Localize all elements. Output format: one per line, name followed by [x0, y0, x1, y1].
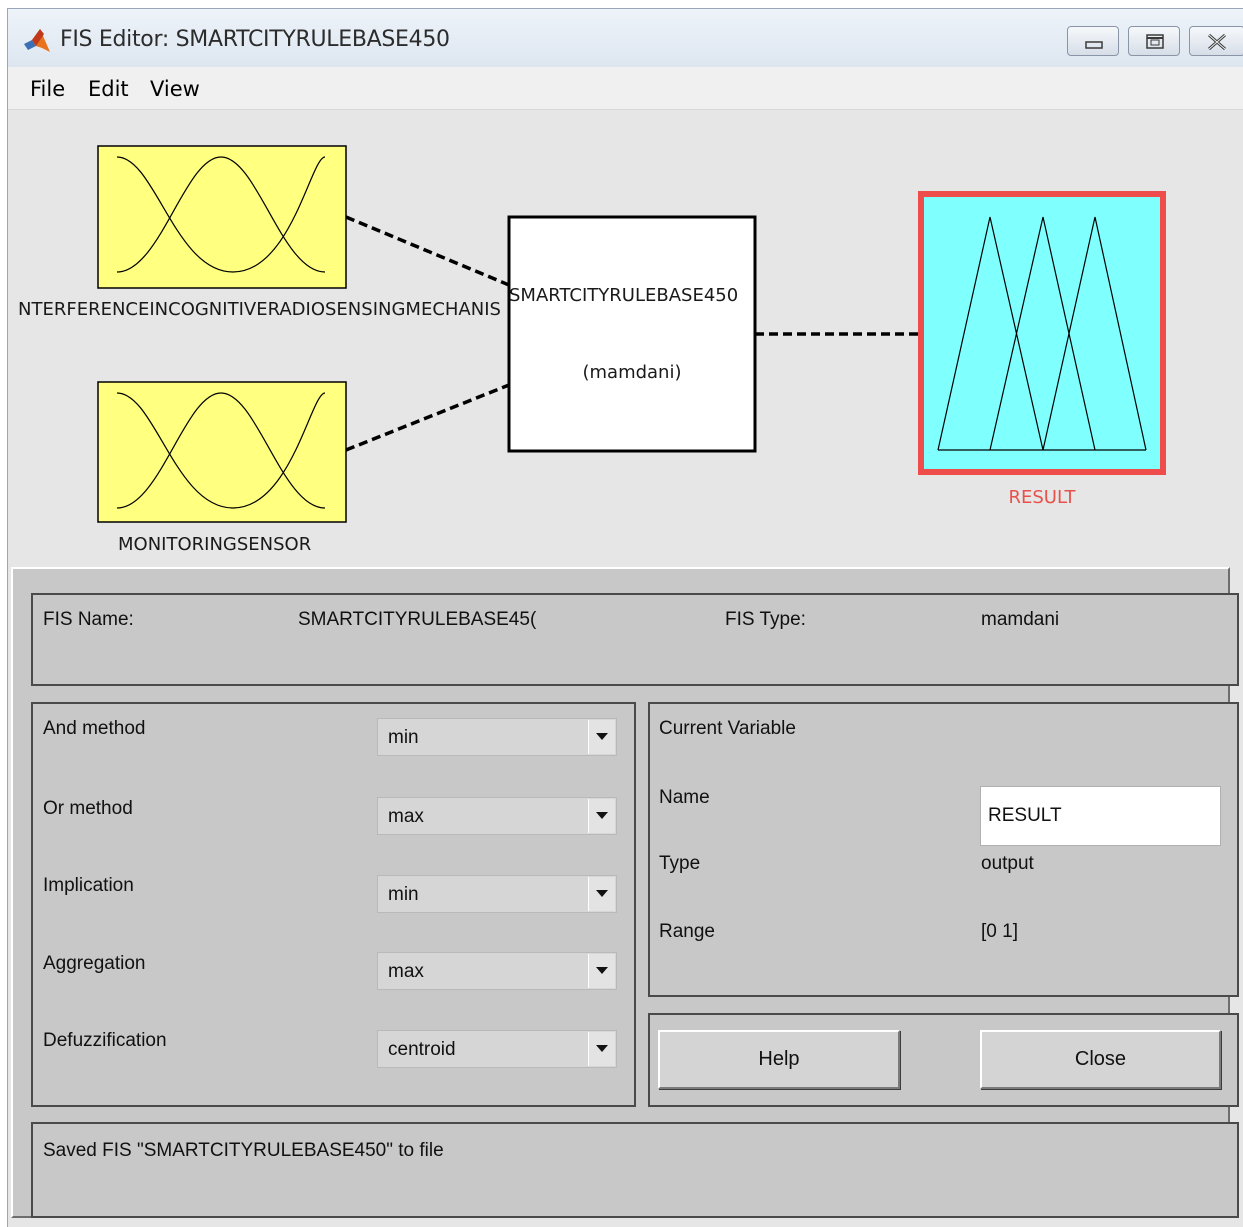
fis-type-value: mamdani: [981, 609, 1060, 630]
or-method-label: Or method: [43, 798, 133, 819]
chevron-down-icon[interactable]: [588, 954, 615, 988]
or-method-select[interactable]: max: [377, 797, 617, 835]
implication-select[interactable]: min: [377, 875, 617, 913]
fis-name-label: FIS Name:: [43, 609, 134, 630]
input2-connector: [345, 383, 510, 452]
system-box[interactable]: [507, 215, 757, 453]
variable-name-field[interactable]: [980, 786, 1221, 846]
fis-info-frame: [31, 593, 1239, 686]
defuzzification-value: centroid: [388, 1039, 456, 1060]
and-method-value: min: [388, 727, 419, 748]
current-variable-frame: [648, 702, 1239, 997]
system-name-label: SMARTCITYRULEBASE450: [509, 285, 739, 306]
or-method-value: max: [388, 806, 424, 827]
chevron-down-icon[interactable]: [588, 720, 615, 754]
close-button[interactable]: Close: [980, 1030, 1221, 1089]
variable-type-label: Type: [659, 853, 701, 874]
system-type-label: (mamdani): [582, 362, 682, 383]
variable-range-value: [0 1]: [981, 921, 1018, 942]
fis-name-value: SMARTCITYRULEBASE45(: [298, 609, 537, 630]
help-button[interactable]: Help: [658, 1030, 900, 1089]
current-variable-heading: Current Variable: [659, 718, 796, 739]
and-method-label: And method: [43, 718, 146, 739]
aggregation-select[interactable]: max: [377, 952, 617, 990]
variable-range-label: Range: [659, 921, 715, 942]
implication-value: min: [388, 884, 419, 905]
implication-label: Implication: [43, 875, 134, 896]
chevron-down-icon[interactable]: [588, 1032, 615, 1066]
aggregation-label: Aggregation: [43, 953, 146, 974]
output-variable-label[interactable]: RESULT: [918, 487, 1166, 508]
variable-name-input[interactable]: [981, 787, 1220, 845]
aggregation-value: max: [388, 961, 424, 982]
status-frame: [31, 1122, 1239, 1218]
input-variable-2-label[interactable]: MONITORINGSENSOR: [118, 534, 311, 555]
variable-type-value: output: [981, 853, 1034, 874]
fis-type-label: FIS Type:: [725, 609, 806, 630]
variable-name-label: Name: [659, 787, 710, 808]
chevron-down-icon[interactable]: [588, 799, 615, 833]
status-message: Saved FIS "SMARTCITYRULEBASE450" to file: [43, 1140, 444, 1161]
input-variable-1-label[interactable]: NTERFERENCEINCOGNITIVERADIOSENSINGMECHAN…: [18, 299, 501, 320]
defuzzification-label: Defuzzification: [43, 1030, 167, 1051]
output-variable-box[interactable]: [918, 191, 1166, 475]
chevron-down-icon[interactable]: [588, 877, 615, 911]
input1-connector: [345, 215, 510, 287]
defuzzification-select[interactable]: centroid: [377, 1030, 617, 1068]
and-method-select[interactable]: min: [377, 718, 617, 756]
input-variable-1-box[interactable]: [97, 145, 347, 289]
input-variable-2-box[interactable]: [97, 381, 347, 523]
